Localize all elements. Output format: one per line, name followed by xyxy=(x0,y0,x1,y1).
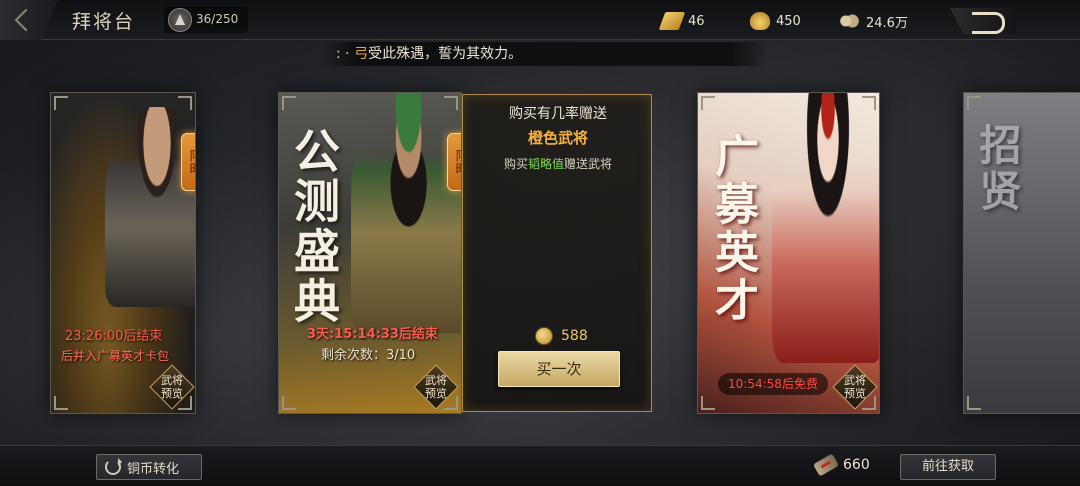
resource-ticket[interactable]: 46 xyxy=(658,10,705,32)
frame-corner xyxy=(178,396,192,410)
top-bar: 拜将台 36/250 46 450 24.6万 xyxy=(0,0,1080,40)
convert-button-label: 铜币转化 xyxy=(127,461,180,477)
marquee-message: 受此殊遇，誓为其效力。 xyxy=(368,46,523,62)
banner-card-right[interactable]: 广募英才 10:54:58后免费 武将 预览 xyxy=(697,92,880,414)
rank-progress: 36/250 xyxy=(164,7,248,33)
banner-card-left[interactable]: 限时 23:26:00后结束 后并入广募英才卡包 武将 预览 xyxy=(50,92,196,414)
frame-corner xyxy=(444,396,458,410)
bottom-bar: 铜币转化 660 前往获取 xyxy=(0,445,1080,486)
announcement-marquee: : · 弓受此殊遇，誓为其效力。 xyxy=(322,42,768,66)
resource-gold-ingot[interactable]: 450 xyxy=(750,10,801,32)
return-button[interactable] xyxy=(950,8,1016,34)
back-chevron-icon[interactable] xyxy=(0,0,58,40)
marquee-prefix: : · xyxy=(336,46,350,62)
desc-suffix: 赠送武将 xyxy=(564,157,613,171)
gold-ingot-count: 450 xyxy=(776,13,801,29)
purchase-panel-description: 购买韬略值赠送武将 xyxy=(463,155,653,172)
purchase-panel: 购买有几率赠送 橙色武将 购买韬略值赠送武将 588 买一次 xyxy=(462,94,652,412)
page-title: 拜将台 xyxy=(72,11,136,33)
desc-highlight: 韬略值 xyxy=(527,157,564,171)
frame-corner xyxy=(178,96,192,110)
free-draw-timer: 10:54:58后免费 xyxy=(718,373,828,395)
banner-calligraphy-far: 招贤 xyxy=(973,123,1022,215)
frame-corner xyxy=(701,96,715,110)
go-obtain-button[interactable]: 前往获取 xyxy=(900,454,996,480)
price-row: 588 xyxy=(535,327,588,345)
banner-calligraphy-center: 公测盛典 xyxy=(287,127,341,327)
copper-coin-icon xyxy=(838,12,860,30)
purchase-panel-subtitle: 橙色武将 xyxy=(527,129,588,147)
remaining-count: 剩余次数：3/10 xyxy=(321,348,416,363)
token-count-value: 660 xyxy=(843,457,870,473)
copper-coin-count: 24.6万 xyxy=(866,15,908,31)
frame-corner xyxy=(967,396,981,410)
banner-calligraphy-right: 广募英才 xyxy=(707,133,758,325)
frame-corner xyxy=(701,396,715,410)
marquee-hero-name: 弓 xyxy=(354,46,369,62)
frame-corner xyxy=(862,96,876,110)
ticket-icon xyxy=(658,12,686,30)
rank-progress-text: 36/250 xyxy=(196,12,239,26)
gold-ingot-icon xyxy=(750,12,770,30)
recruit-token-count: 660 xyxy=(812,453,870,477)
gold-coin-icon xyxy=(535,327,553,345)
purchase-panel-title: 购买有几率赠送 xyxy=(509,106,607,122)
limited-time-tag: 限时 xyxy=(447,133,461,191)
buy-once-button[interactable]: 买一次 xyxy=(498,351,620,387)
left-card-pack-info: 后并入广募英才卡包 xyxy=(61,349,170,363)
banner-card-center[interactable]: 公测盛典 限时 3天:15:14:33后结束 剩余次数：3/10 武将 预览 xyxy=(278,92,462,414)
refresh-icon xyxy=(105,458,122,475)
recruit-scroll-icon xyxy=(812,453,840,477)
ticket-count: 46 xyxy=(688,13,705,29)
frame-corner xyxy=(862,396,876,410)
center-card-timer: 3天:15:14:33后结束 xyxy=(307,327,438,342)
hero-portrait-guan-yu xyxy=(351,93,461,333)
frame-corner xyxy=(444,96,458,110)
copper-convert-button[interactable]: 铜币转化 xyxy=(96,454,202,480)
rank-icon xyxy=(168,8,192,32)
resource-copper-coin[interactable]: 24.6万 xyxy=(838,10,908,32)
frame-corner xyxy=(282,396,296,410)
frame-corner xyxy=(54,396,68,410)
price-value: 588 xyxy=(561,328,588,344)
limited-time-tag: 限时 xyxy=(181,133,195,191)
frame-corner xyxy=(967,96,981,110)
frame-corner xyxy=(54,96,68,110)
banner-card-far-right[interactable]: 招贤 xyxy=(963,92,1080,414)
frame-corner xyxy=(282,96,296,110)
hero-portrait-right xyxy=(772,93,879,363)
left-card-timer: 23:26:00后结束 xyxy=(65,329,163,344)
desc-prefix: 购买 xyxy=(503,157,528,171)
